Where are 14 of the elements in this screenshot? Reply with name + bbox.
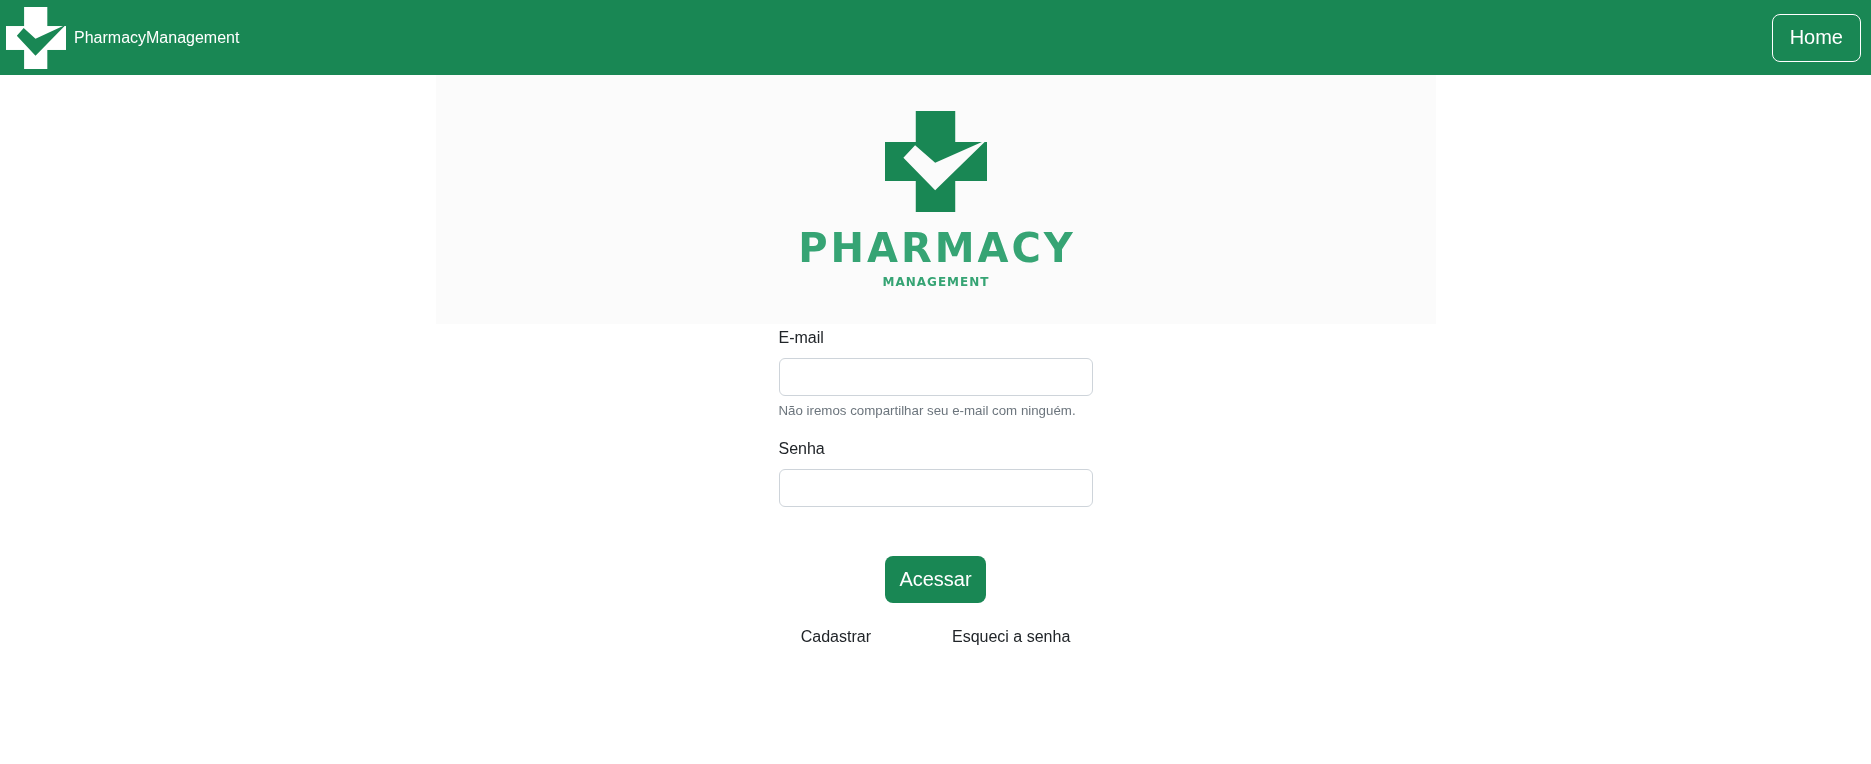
cross-check-icon <box>884 111 987 212</box>
forgot-password-link[interactable]: Esqueci a senha <box>951 625 1071 649</box>
home-button[interactable]: Home <box>1771 13 1861 62</box>
help-text: Não iremos compartilhar seu e-mail com ninguém. <box>778 402 1076 420</box>
brand-link[interactable]: PharmacyManagement <box>6 6 240 69</box>
email-field[interactable] <box>778 358 1093 396</box>
field-label: Senha <box>778 439 825 459</box>
field-label: E-mail <box>778 328 824 348</box>
password-field[interactable] <box>778 469 1093 507</box>
logo-subtitle: MANAGEMENT <box>881 276 990 288</box>
register-link[interactable]: Cadastrar <box>800 625 871 649</box>
login-button[interactable]: Acessar <box>885 556 986 603</box>
cross-check-icon <box>6 6 66 69</box>
logo-title: PHARMACY <box>797 228 1076 268</box>
